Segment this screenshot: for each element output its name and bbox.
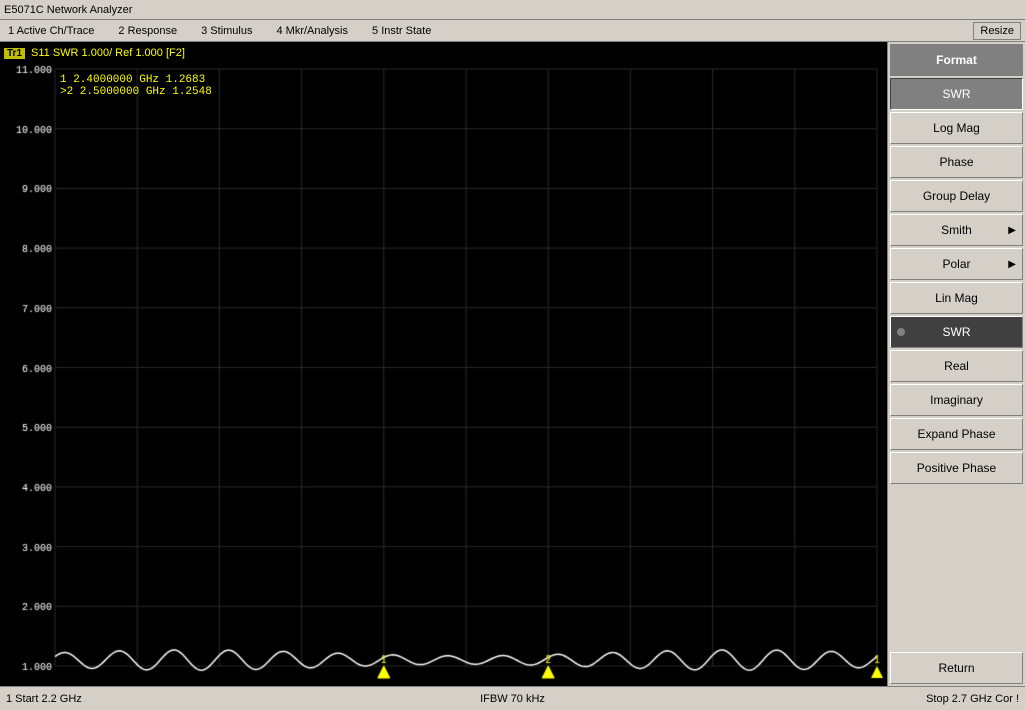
status-ifbw: IFBW 70 kHz (344, 693, 682, 705)
plot-canvas (0, 64, 887, 686)
menu-instr-state[interactable]: 5 Instr State (368, 23, 435, 39)
group-delay-button[interactable]: Group Delay (890, 180, 1023, 212)
menu-mkr-analysis[interactable]: 4 Mkr/Analysis (272, 23, 352, 39)
expand-phase-button[interactable]: Expand Phase (890, 418, 1023, 450)
app-title: E5071C Network Analyzer (4, 4, 132, 16)
log-mag-button[interactable]: Log Mag (890, 112, 1023, 144)
trace-info: S11 SWR 1.000/ Ref 1.000 [F2] (31, 47, 185, 59)
status-bar: 1 Start 2.2 GHz IFBW 70 kHz Stop 2.7 GHz… (0, 686, 1025, 710)
real-button[interactable]: Real (890, 350, 1023, 382)
format-header: Format (890, 44, 1023, 76)
menu-stimulus[interactable]: 3 Stimulus (197, 23, 256, 39)
main-content: Tr1 S11 SWR 1.000/ Ref 1.000 [F2] 1 2.40… (0, 42, 1025, 686)
right-panel: Format SWR Log Mag Phase Group Delay Smi… (887, 42, 1025, 686)
swr-format-button[interactable]: SWR (890, 78, 1023, 110)
polar-button[interactable]: Polar ▶ (890, 248, 1023, 280)
chart-plot: 1 2.4000000 GHz 1.2683 >2 2.5000000 GHz … (0, 64, 887, 686)
return-button[interactable]: Return (890, 652, 1023, 684)
smith-arrow-icon: ▶ (1008, 225, 1016, 236)
selected-dot-icon (897, 328, 905, 336)
title-bar: E5071C Network Analyzer (0, 0, 1025, 20)
chart-container: Tr1 S11 SWR 1.000/ Ref 1.000 [F2] 1 2.40… (0, 42, 887, 686)
positive-phase-button[interactable]: Positive Phase (890, 452, 1023, 484)
menu-bar: 1 Active Ch/Trace 2 Response 3 Stimulus … (0, 20, 1025, 42)
status-start: 1 Start 2.2 GHz (6, 693, 344, 705)
status-stop: Stop 2.7 GHz Cor ! (681, 693, 1019, 705)
menu-response[interactable]: 2 Response (114, 23, 181, 39)
resize-button[interactable]: Resize (973, 22, 1021, 40)
lin-mag-button[interactable]: Lin Mag (890, 282, 1023, 314)
trace-header: Tr1 S11 SWR 1.000/ Ref 1.000 [F2] (0, 42, 887, 64)
trace-label: Tr1 (4, 48, 25, 59)
swr-selected-button[interactable]: SWR (890, 316, 1023, 348)
polar-arrow-icon: ▶ (1008, 259, 1016, 270)
smith-button[interactable]: Smith ▶ (890, 214, 1023, 246)
imaginary-button[interactable]: Imaginary (890, 384, 1023, 416)
phase-button[interactable]: Phase (890, 146, 1023, 178)
menu-active-ch[interactable]: 1 Active Ch/Trace (4, 23, 98, 39)
